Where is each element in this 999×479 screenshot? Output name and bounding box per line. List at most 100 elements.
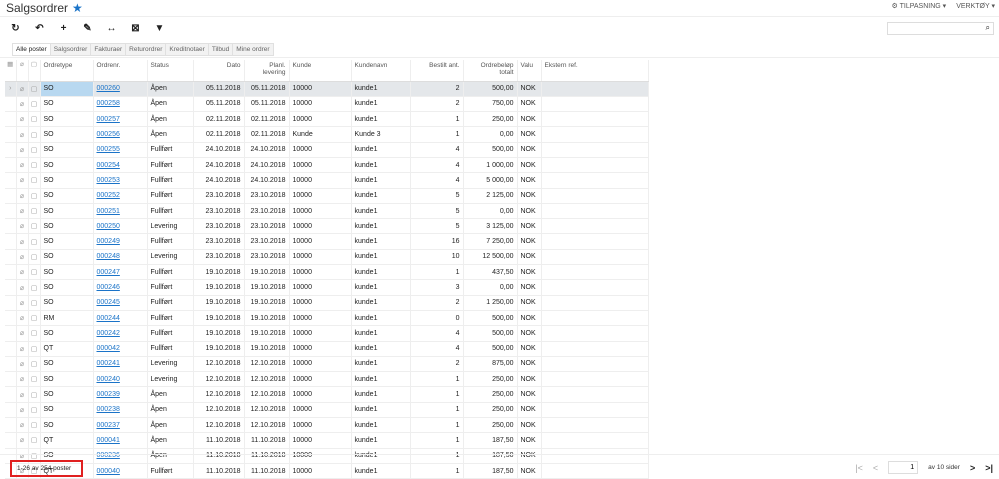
note-icon[interactable]: ▢	[28, 233, 41, 250]
order-number-link[interactable]: 000249	[97, 238, 120, 245]
order-number-link[interactable]: 000251	[97, 208, 120, 215]
order-number-link[interactable]: 000240	[97, 376, 120, 383]
order-number-link[interactable]: 000252	[97, 192, 120, 199]
note-icon[interactable]: ▢	[28, 218, 41, 235]
order-number-link[interactable]: 000237	[97, 422, 120, 429]
note-icon[interactable]: ▢	[28, 188, 41, 204]
column-header[interactable]: Status	[147, 60, 194, 82]
column-header[interactable]: Ekstern ref.	[541, 60, 649, 82]
note-icon[interactable]: ▢	[28, 111, 41, 128]
attachment-icon[interactable]: ⌀	[16, 233, 29, 250]
search-input[interactable]: ⌕	[887, 22, 994, 35]
favorite-star-icon[interactable]: ★	[72, 1, 83, 15]
attachment-icon[interactable]: ⌀	[16, 325, 29, 342]
order-number-link[interactable]: 000244	[97, 315, 120, 322]
note-icon[interactable]: ▢	[28, 417, 41, 434]
attachment-icon[interactable]: ⌀	[16, 188, 29, 204]
table-row[interactable]: ⌀ ▢ SO 000251 Fullført 23.10.2018 23.10.2018 10…	[5, 203, 649, 220]
attachment-icon[interactable]: ⌀	[16, 386, 29, 403]
note-icon[interactable]: ▢	[28, 341, 41, 357]
table-row[interactable]: ⌀ ▢ SO 000245 Fullført 19.10.2018 19.10.2018 10…	[5, 295, 649, 311]
attachment-icon[interactable]: ⌀	[16, 81, 29, 97]
filter-icon[interactable]: ▼	[154, 23, 165, 34]
order-number-link[interactable]: 000253	[97, 177, 120, 184]
page-input[interactable]	[888, 461, 919, 474]
attachment-icon[interactable]: ⌀	[16, 126, 29, 143]
next-page-icon[interactable]: >	[970, 463, 975, 473]
table-row[interactable]: ⌀ ▢ SO 000239 Åpen 12.10.2018 12.10.2018 10000 k…	[5, 386, 649, 403]
attachment-icon[interactable]: ⌀	[16, 111, 29, 128]
note-icon[interactable]: ▢	[28, 142, 41, 158]
order-number-link[interactable]: 000238	[97, 406, 120, 413]
table-row[interactable]: ⌀ ▢ QT 000041 Åpen 11.10.2018 11.10.2018 10000 k…	[5, 432, 649, 449]
note-icon[interactable]: ▢	[28, 295, 41, 311]
note-icon[interactable]: ▢	[28, 371, 41, 388]
order-number-link[interactable]: 000247	[97, 269, 120, 276]
tab-4[interactable]: Kreditnotaer	[166, 43, 209, 56]
order-number-link[interactable]: 000245	[97, 299, 120, 306]
note-icon[interactable]: ▢	[28, 279, 41, 296]
note-icon[interactable]: ▢	[28, 402, 41, 419]
first-page-icon[interactable]: |<	[855, 463, 863, 473]
column-header[interactable]: Planl. levering	[244, 60, 290, 82]
table-row[interactable]: ⌀ ▢ SO 000257 Åpen 02.11.2018 02.11.2018 10000 k…	[5, 111, 649, 128]
prev-page-icon[interactable]: <	[873, 463, 878, 473]
table-row[interactable]: ⌀ ▢ SO 000255 Fullført 24.10.2018 24.10.2018 10…	[5, 142, 649, 158]
order-number-link[interactable]: 000260	[97, 85, 120, 92]
order-number-link[interactable]: 000257	[97, 116, 120, 123]
table-row[interactable]: ⌀ ▢ QT 000042 Fullført 19.10.2018 19.10.2018 10…	[5, 341, 649, 357]
note-icon[interactable]: ▢	[28, 81, 41, 97]
attachment-icon[interactable]: ⌀	[16, 310, 29, 327]
order-number-link[interactable]: 000042	[97, 345, 120, 352]
note-icon[interactable]: ▢	[28, 264, 41, 281]
column-header[interactable]: Ordrenr.	[93, 60, 148, 82]
attachment-icon[interactable]: ⌀	[16, 218, 29, 235]
export-excel-icon[interactable]: ⊠	[130, 23, 141, 34]
order-number-link[interactable]: 000040	[97, 468, 120, 475]
tab-5[interactable]: Tilbud	[208, 43, 234, 56]
table-row[interactable]: ⌀ ▢ SO 000256 Åpen 02.11.2018 02.11.2018 Kunde K…	[5, 126, 649, 143]
last-page-icon[interactable]: >|	[985, 463, 993, 473]
table-row[interactable]: ⌀ ▢ SO 000258 Åpen 05.11.2018 05.11.2018 10000 k…	[5, 96, 649, 113]
order-number-link[interactable]: 000255	[97, 146, 120, 153]
table-row[interactable]: ⌀ ▢ SO 000252 Fullført 23.10.2018 23.10.2018 10…	[5, 188, 649, 204]
column-settings-icon[interactable]: ▦	[5, 60, 17, 82]
attachment-icon[interactable]: ⌀	[16, 432, 29, 449]
tab-2[interactable]: Fakturaer	[91, 43, 127, 56]
attachment-icon[interactable]: ⌀	[16, 157, 29, 174]
table-row[interactable]: ⌀ ▢ SO 000246 Fullført 19.10.2018 19.10.2018 10…	[5, 279, 649, 296]
table-row[interactable]: ⌀ ▢ SO 000253 Fullført 24.10.2018 24.10.2018 10…	[5, 172, 649, 189]
tab-3[interactable]: Returordrer	[126, 43, 167, 56]
note-icon[interactable]: ▢	[28, 172, 41, 189]
table-row[interactable]: ⌀ ▢ RM 000244 Fullført 19.10.2018 19.10.2018 10…	[5, 310, 649, 327]
add-icon[interactable]: +	[58, 23, 69, 34]
order-number-link[interactable]: 000258	[97, 100, 120, 107]
note-icon[interactable]: ▢	[28, 203, 41, 220]
order-number-link[interactable]: 000250	[97, 223, 120, 230]
attachment-icon[interactable]: ⌀	[16, 264, 29, 281]
note-icon[interactable]: ▢	[28, 96, 41, 113]
note-icon[interactable]: ▢	[28, 249, 41, 266]
table-row[interactable]: ⌀ ▢ SO 000241 Levering 12.10.2018 12.10.2018 10…	[5, 356, 649, 373]
attachment-icon[interactable]: ⌀	[16, 203, 29, 220]
order-number-link[interactable]: 000246	[97, 284, 120, 291]
note-icon[interactable]: ▢	[28, 325, 41, 342]
order-number-link[interactable]: 000256	[97, 131, 120, 138]
table-row[interactable]: ⌀ ▢ SO 000236 Åpen 11.10.2018 11.10.2018 10000 k…	[5, 448, 649, 464]
note-icon[interactable]: ▢	[28, 126, 41, 143]
table-row[interactable]: › ⌀ ▢ SO 000260 Åpen 05.11.2018 05.11.2018 10000…	[5, 81, 649, 97]
attachment-icon[interactable]: ⌀	[16, 295, 29, 311]
attachment-icon[interactable]: ⌀	[16, 341, 29, 357]
note-icon[interactable]: ▢	[28, 157, 41, 174]
tab-1[interactable]: Salgsordrer	[50, 43, 92, 56]
table-row[interactable]: ⌀ ▢ SO 000242 Fullført 19.10.2018 19.10.2018 10…	[5, 325, 649, 342]
column-header[interactable]: Valu	[517, 60, 542, 82]
order-number-link[interactable]: 000041	[97, 437, 120, 444]
attachment-icon[interactable]: ⌀	[16, 172, 29, 189]
customize-menu[interactable]: ⚙ TILPASNING ▾	[892, 2, 947, 10]
order-number-link[interactable]: 000254	[97, 162, 120, 169]
table-row[interactable]: ⌀ ▢ SO 000238 Åpen 12.10.2018 12.10.2018 10000 k…	[5, 402, 649, 419]
order-number-link[interactable]: 000242	[97, 330, 120, 337]
tab-6[interactable]: Mine ordrer	[233, 43, 274, 56]
note-icon[interactable]: ▢	[28, 356, 41, 373]
